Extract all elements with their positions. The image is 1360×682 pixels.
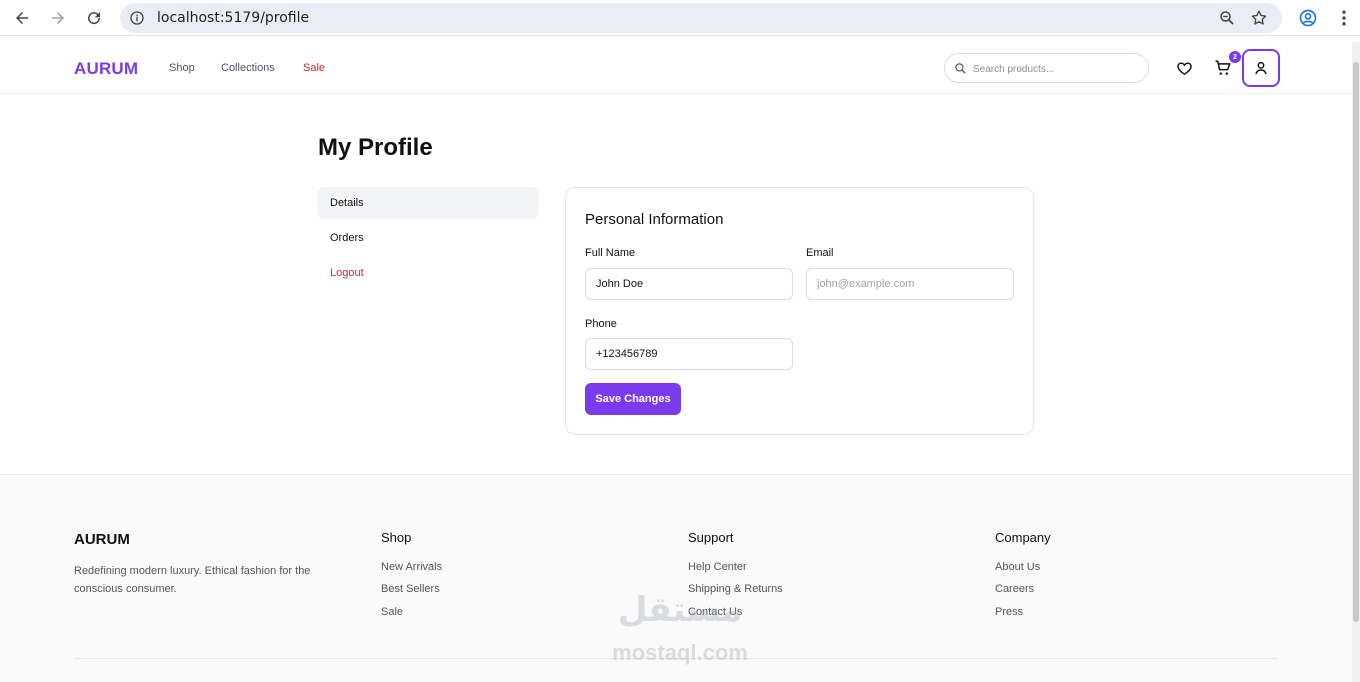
- sidebar-item-orders[interactable]: Orders: [317, 222, 539, 254]
- email-input[interactable]: [806, 268, 1014, 300]
- search-icon: [955, 63, 966, 74]
- phone-input[interactable]: [585, 338, 793, 370]
- user-icon: [1255, 61, 1267, 75]
- browser-toolbar: localhost:5179/profile: [0, 0, 1360, 36]
- footer-link-about-us[interactable]: About Us: [995, 561, 1040, 573]
- footer-link-best-sellers[interactable]: Best Sellers: [381, 583, 440, 595]
- bookmark-star-icon[interactable]: [1250, 9, 1268, 27]
- email-label: Email: [806, 247, 834, 259]
- sidebar-item-details[interactable]: Details: [317, 187, 539, 219]
- scrollbar-thumb[interactable]: [1353, 62, 1359, 622]
- footer-logo[interactable]: AURUM: [74, 531, 130, 548]
- watermark-arabic-text: مستقل: [617, 590, 743, 630]
- sidebar-item-logout[interactable]: Logout: [317, 257, 539, 289]
- footer-support-title: Support: [688, 530, 734, 545]
- save-changes-button[interactable]: Save Changes: [585, 383, 681, 415]
- footer-link-help-center[interactable]: Help Center: [688, 561, 747, 573]
- footer-link-press[interactable]: Press: [995, 606, 1023, 618]
- search-box[interactable]: [944, 53, 1149, 83]
- url-text[interactable]: localhost:5179/profile: [157, 10, 309, 26]
- back-arrow-icon[interactable]: [12, 8, 32, 28]
- forward-arrow-icon[interactable]: [48, 8, 68, 28]
- full-name-label: Full Name: [585, 247, 636, 259]
- footer-shop-title: Shop: [381, 530, 412, 545]
- wishlist-heart-icon[interactable]: [1174, 58, 1194, 78]
- card-title: Personal Information: [585, 211, 724, 228]
- reload-icon[interactable]: [84, 8, 104, 28]
- page-title: My Profile: [318, 134, 433, 161]
- zoom-icon[interactable]: [1218, 9, 1236, 27]
- cart-count-badge: 2: [1229, 51, 1241, 63]
- address-bar[interactable]: localhost:5179/profile: [120, 3, 1282, 33]
- watermark-logo: مستقل mostaql.com: [598, 590, 762, 668]
- nav-collections[interactable]: Collections: [221, 62, 275, 74]
- kebab-menu-icon[interactable]: [1334, 8, 1354, 28]
- phone-label: Phone: [585, 318, 617, 330]
- footer-link-new-arrivals[interactable]: New Arrivals: [381, 561, 442, 573]
- nav-sale[interactable]: Sale: [303, 62, 325, 74]
- site-info-icon[interactable]: [129, 10, 145, 26]
- nav-shop[interactable]: Shop: [169, 62, 195, 74]
- page-scrollbar[interactable]: [1352, 42, 1360, 682]
- site-header: AURUM Shop Collections Sale 2: [0, 42, 1352, 94]
- watermark-latin-text: mostaql.com: [612, 640, 748, 665]
- footer-link-careers[interactable]: Careers: [995, 583, 1034, 595]
- personal-information-card: Personal Information Full Name Email Pho…: [565, 187, 1034, 435]
- full-name-input[interactable]: [585, 268, 793, 300]
- account-button[interactable]: [1242, 49, 1280, 87]
- footer-company-title: Company: [995, 530, 1051, 545]
- site-logo[interactable]: AURUM: [74, 59, 138, 79]
- footer-description: Redefining modern luxury. Ethical fashio…: [74, 565, 311, 595]
- account-icon[interactable]: [1298, 8, 1318, 28]
- footer-link-sale[interactable]: Sale: [381, 606, 403, 618]
- search-input[interactable]: [973, 60, 1143, 78]
